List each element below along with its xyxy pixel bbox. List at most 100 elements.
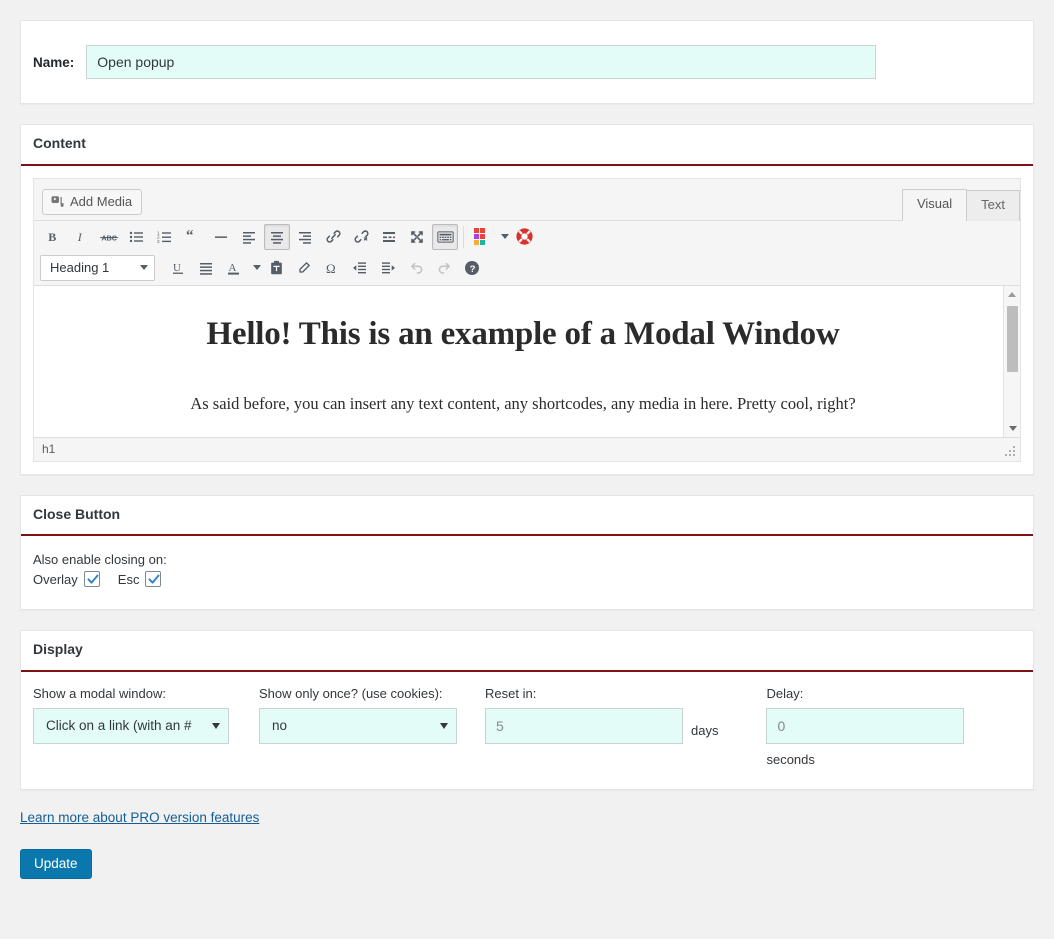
wp-editor: Add Media Visual Text B I [33,178,1021,462]
name-row: Name: [21,21,1033,103]
overlay-checkbox[interactable] [84,571,100,587]
pro-version-link[interactable]: Learn more about PRO version features [20,810,259,825]
editor-vertical-scrollbar[interactable] [1003,286,1020,437]
chevron-down-icon [212,723,220,729]
close-button-panel-title: Close Button [21,496,1033,537]
redo-icon[interactable] [431,255,457,281]
svg-text:?: ? [470,264,476,275]
toolbar-divider [463,226,464,248]
close-option-esc-label: Esc [118,572,140,587]
tab-visual[interactable]: Visual [902,189,967,220]
checkmark-icon [85,571,101,587]
update-button[interactable]: Update [20,849,92,880]
bold-icon[interactable]: B [40,224,66,250]
delay-input[interactable] [766,708,964,744]
content-panel: Content Add Media [20,124,1034,475]
lifebuoy-icon[interactable] [511,224,537,250]
svg-text:U: U [173,262,181,274]
field-delay: Delay: seconds [766,686,964,767]
indent-icon[interactable] [375,255,401,281]
field-reset-in: Reset in: days [485,686,718,744]
help-icon[interactable]: ? [459,255,485,281]
kitchen-sink-icon[interactable] [432,224,458,250]
strikethrough-icon[interactable]: ABC [96,224,122,250]
close-option-esc[interactable]: Esc [118,571,168,587]
delay-unit: seconds [766,752,964,767]
text-color-icon[interactable]: A [221,255,247,281]
clear-formatting-icon[interactable] [291,255,317,281]
document-paragraph: As said before, you can insert any text … [74,392,972,415]
blockquote-icon[interactable]: “ [180,224,206,250]
plugin-settings-page: Name: Content [0,20,1054,939]
align-justify-icon[interactable] [193,255,219,281]
checkmark-icon [146,571,162,587]
reset-in-label: Reset in: [485,686,718,701]
numbered-list-icon[interactable]: 1 2 3 [152,224,178,250]
bulleted-list-icon[interactable] [124,224,150,250]
align-right-icon[interactable] [292,224,318,250]
undo-icon[interactable] [403,255,429,281]
scroll-down-arrow-icon[interactable] [1004,420,1020,437]
horizontal-rule-icon[interactable] [208,224,234,250]
chevron-down-icon [253,265,261,270]
name-label: Name: [33,55,74,70]
modal-window-select[interactable]: Click on a link (with an # [33,708,229,744]
read-more-icon[interactable] [376,224,402,250]
page-footer: Learn more about PRO version features Up… [0,810,1054,880]
modal-window-value: Click on a link (with an # [46,718,192,733]
svg-text:“: “ [186,229,194,244]
editor-toolbar: B I ABC [34,220,1020,285]
close-button-panel-body: Also enable closing on: Overlay Esc [21,536,1033,609]
esc-checkbox[interactable] [145,571,161,587]
toolbar-row-2: Heading 1 U [34,252,1020,283]
insert-link-icon[interactable] [320,224,346,250]
chevron-down-icon [501,234,509,239]
svg-text:3: 3 [157,238,160,243]
show-once-label: Show only once? (use cookies): [259,686,457,701]
reset-in-row: days [485,708,718,744]
align-left-icon[interactable] [236,224,262,250]
add-media-label: Add Media [70,194,132,209]
add-media-button[interactable]: Add Media [42,189,142,215]
underline-icon[interactable]: U [165,255,191,281]
svg-text:ABC: ABC [102,234,117,242]
tab-text[interactable]: Text [966,190,1020,220]
chevron-down-icon [140,265,148,270]
reset-in-input[interactable] [485,708,683,744]
format-select[interactable]: Heading 1 [40,255,155,281]
editor-statusbar: h1 [34,437,1020,461]
show-once-select[interactable]: no [259,708,457,744]
editor-document: Hello! This is an example of a Modal Win… [34,286,1012,437]
close-button-options: Overlay Esc [33,571,1021,587]
editor-content-area[interactable]: Hello! This is an example of a Modal Win… [34,285,1020,437]
outdent-icon[interactable] [347,255,373,281]
close-option-overlay-label: Overlay [33,572,78,587]
special-character-icon[interactable]: Ω [319,255,345,281]
scrollbar-thumb[interactable] [1007,306,1018,372]
name-input[interactable] [86,45,876,79]
editor-resize-handle[interactable] [1005,446,1016,457]
close-option-overlay[interactable]: Overlay [33,571,106,587]
scroll-up-arrow-icon[interactable] [1004,286,1020,303]
reset-in-unit: days [691,713,718,738]
remove-link-icon[interactable] [348,224,374,250]
svg-text:Ω: Ω [326,261,336,276]
toolbar-row-1: B I ABC [34,221,1020,252]
field-modal-window: Show a modal window: Click on a link (wi… [33,686,229,744]
field-show-once: Show only once? (use cookies): no [259,686,457,744]
element-path: h1 [42,442,55,456]
fullscreen-icon[interactable] [404,224,430,250]
paste-as-text-icon[interactable] [263,255,289,281]
document-heading: Hello! This is an example of a Modal Win… [74,316,972,354]
media-icon [50,194,65,209]
text-color-dropdown-arrow[interactable] [249,255,263,281]
align-center-icon[interactable] [264,224,290,250]
show-once-value: no [272,718,287,733]
color-grid-dropdown-arrow[interactable] [497,224,511,250]
close-button-description: Also enable closing on: [33,552,1021,567]
display-panel-body: Show a modal window: Click on a link (wi… [21,672,1033,789]
editor-wrapper: Add Media Visual Text B I [21,166,1033,474]
color-grid-icon[interactable] [469,224,495,250]
display-panel: Display Show a modal window: Click on a … [20,630,1034,790]
italic-icon[interactable]: I [68,224,94,250]
